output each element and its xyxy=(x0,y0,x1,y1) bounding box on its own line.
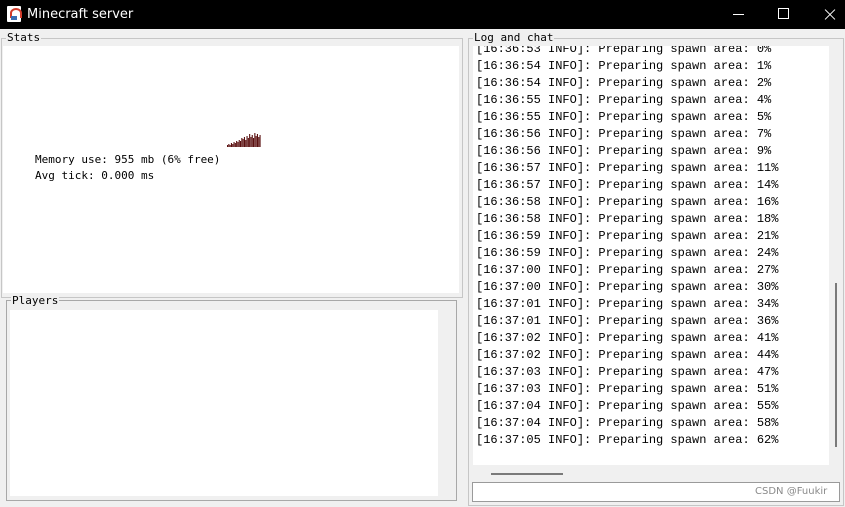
log-line: [16:37:05 INFO]: Preparing spawn area: 6… xyxy=(476,433,779,447)
memory-graph-bar xyxy=(241,138,243,147)
log-line: [16:37:02 INFO]: Preparing spawn area: 4… xyxy=(476,331,779,345)
memory-graph-bar xyxy=(246,136,248,147)
minimize-button[interactable] xyxy=(715,0,761,29)
log-line: [16:37:00 INFO]: Preparing spawn area: 2… xyxy=(476,263,779,277)
memory-graph-bar xyxy=(240,141,242,147)
log-line: [16:36:58 INFO]: Preparing spawn area: 1… xyxy=(476,195,779,209)
avg-tick-text: Avg tick: 0.000 ms xyxy=(35,169,155,182)
log-line: [16:36:59 INFO]: Preparing spawn area: 2… xyxy=(476,246,779,260)
log-line: [16:36:53 INFO]: Preparing spawn area: 0… xyxy=(476,46,772,56)
memory-graph-bar xyxy=(253,138,255,147)
memory-graph-bar xyxy=(233,142,235,147)
memory-graph-bar xyxy=(255,136,257,147)
log-lines: [16:36:53 INFO]: Preparing spawn area: 0… xyxy=(476,46,778,449)
memory-usage-graph xyxy=(227,133,261,147)
log-line: [16:36:56 INFO]: Preparing spawn area: 7… xyxy=(476,127,772,141)
memory-graph-bar xyxy=(234,143,236,147)
log-vertical-scroll-thumb[interactable] xyxy=(835,283,837,447)
memory-graph-bar xyxy=(249,134,251,147)
memory-graph-bar xyxy=(236,141,238,147)
close-button[interactable] xyxy=(807,0,845,29)
memory-graph-bar xyxy=(243,137,245,147)
memory-graph-bar xyxy=(259,135,261,147)
stats-legend: Stats xyxy=(6,31,42,44)
log-line: [16:36:56 INFO]: Preparing spawn area: 9… xyxy=(476,144,772,158)
memory-graph-bar xyxy=(232,144,234,147)
log-line: [16:36:58 INFO]: Preparing spawn area: 1… xyxy=(476,212,779,226)
memory-graph-bar xyxy=(256,134,258,147)
log-line: [16:36:59 INFO]: Preparing spawn area: 2… xyxy=(476,229,779,243)
log-line: [16:37:00 INFO]: Preparing spawn area: 3… xyxy=(476,280,779,294)
players-legend: Players xyxy=(11,294,60,307)
log-line: [16:36:55 INFO]: Preparing spawn area: 4… xyxy=(476,93,772,107)
log-line: [16:36:54 INFO]: Preparing spawn area: 2… xyxy=(476,76,772,90)
log-line: [16:37:03 INFO]: Preparing spawn area: 4… xyxy=(476,365,779,379)
window-title: Minecraft server xyxy=(27,7,134,22)
players-list[interactable] xyxy=(10,310,438,496)
watermark: CSDN @Fuukir xyxy=(755,486,828,497)
log-line: [16:36:55 INFO]: Preparing spawn area: 5… xyxy=(476,110,772,124)
memory-graph-bar xyxy=(230,143,232,147)
log-line: [16:37:02 INFO]: Preparing spawn area: 4… xyxy=(476,348,779,362)
memory-graph-bar xyxy=(238,140,240,147)
java-cup-icon xyxy=(7,6,22,22)
maximize-button[interactable] xyxy=(761,0,807,29)
log-line: [16:36:57 INFO]: Preparing spawn area: 1… xyxy=(476,161,779,175)
memory-use-text: Memory use: 955 mb (6% free) xyxy=(35,153,221,166)
memory-graph-bar xyxy=(242,139,244,147)
memory-graph-bar xyxy=(229,145,231,147)
memory-graph-bar xyxy=(250,137,252,147)
memory-graph-bar xyxy=(247,138,249,147)
log-legend: Log and chat xyxy=(473,31,555,44)
title-bar: Minecraft server xyxy=(0,0,845,29)
log-line: [16:37:04 INFO]: Preparing spawn area: 5… xyxy=(476,399,779,413)
memory-graph-bar xyxy=(245,140,247,147)
log-line: [16:37:03 INFO]: Preparing spawn area: 5… xyxy=(476,382,779,396)
log-line: [16:37:04 INFO]: Preparing spawn area: 5… xyxy=(476,416,779,430)
memory-graph-bar xyxy=(237,142,239,147)
memory-graph-bar xyxy=(228,144,230,147)
log-line: [16:36:54 INFO]: Preparing spawn area: 1… xyxy=(476,59,772,73)
log-line: [16:37:01 INFO]: Preparing spawn area: 3… xyxy=(476,297,779,311)
memory-graph-bar xyxy=(254,133,256,147)
log-horizontal-scroll-thumb[interactable] xyxy=(491,473,563,475)
memory-graph-bar xyxy=(227,145,229,147)
log-line: [16:37:01 INFO]: Preparing spawn area: 3… xyxy=(476,314,779,328)
memory-graph-bar xyxy=(258,137,260,147)
log-text-area[interactable]: [16:36:53 INFO]: Preparing spawn area: 0… xyxy=(473,46,829,465)
memory-graph-bar xyxy=(251,135,253,147)
log-line: [16:36:57 INFO]: Preparing spawn area: 1… xyxy=(476,178,779,192)
